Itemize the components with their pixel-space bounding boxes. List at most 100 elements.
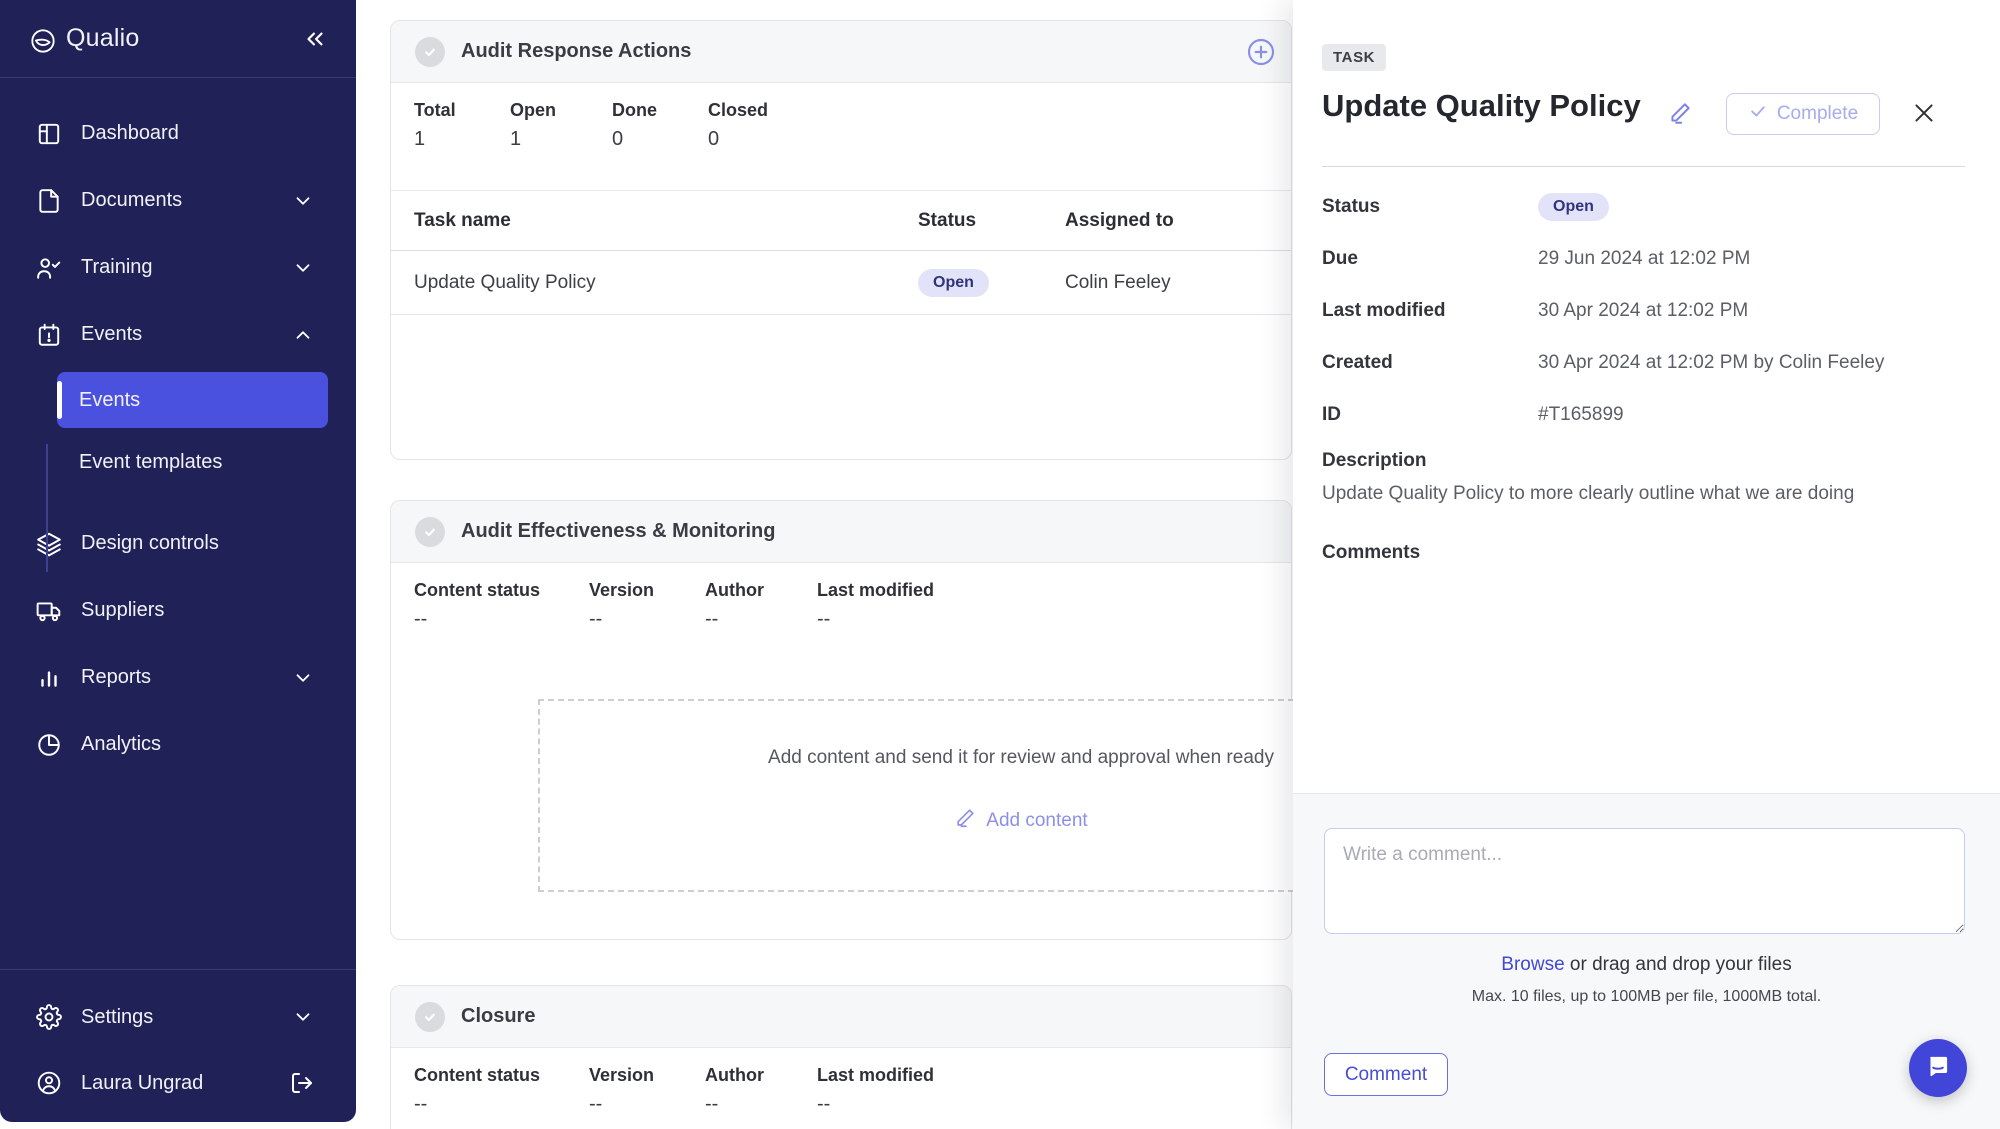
sidebar-header: Qualio [0, 0, 356, 78]
field-due: Due 29 Jun 2024 at 12:02 PM [1322, 233, 1965, 285]
chevron-down-icon [292, 667, 314, 689]
layers-icon [36, 531, 62, 557]
card-title: Closure [461, 1005, 535, 1028]
subnav-connector-line [46, 444, 48, 572]
sidebar-item-documents[interactable]: Documents [0, 167, 356, 234]
card-header: Audit Response Actions [391, 21, 1291, 83]
stat-author: Author -- [705, 580, 817, 631]
sidebar-item-label: Documents [81, 189, 182, 212]
sidebar-subitem-event-templates[interactable]: Event templates [0, 428, 356, 496]
sidebar-subitem-label: Event templates [79, 451, 222, 474]
task-title: Update Quality Policy [1322, 88, 1641, 124]
status-badge: Open [918, 269, 989, 297]
qualio-logo[interactable]: Qualio [30, 24, 139, 53]
task-fields: Status Open Due 29 Jun 2024 at 12:02 PM … [1322, 181, 1965, 441]
field-created: Created 30 Apr 2024 at 12:02 PM by Colin… [1322, 337, 1965, 389]
logout-icon[interactable] [290, 1071, 314, 1095]
sidebar-item-label: Reports [81, 666, 151, 689]
sidebar-item-dashboard[interactable]: Dashboard [0, 100, 356, 167]
sidebar-subitem-events-active[interactable]: Events [57, 372, 328, 428]
sidebar-item-label: Design controls [81, 532, 219, 555]
stat-content-status: Content status -- [414, 580, 589, 631]
stat-version: Version -- [589, 580, 705, 631]
check-circle-icon [415, 1002, 445, 1032]
chat-launcher-button[interactable] [1909, 1039, 1967, 1097]
col-assigned-to: Assigned to [1065, 210, 1291, 232]
chevron-up-icon [292, 324, 314, 346]
sidebar-item-suppliers[interactable]: Suppliers [0, 577, 356, 644]
sidebar-item-design-controls[interactable]: Design controls [0, 510, 356, 577]
comments-label: Comments [1322, 542, 1420, 564]
sidebar-spacer [0, 778, 356, 969]
add-content-button[interactable]: Add content [954, 807, 1087, 835]
status-cell: Open [918, 269, 1065, 297]
comment-input[interactable] [1324, 828, 1965, 934]
stat-done: Done 0 [612, 100, 708, 190]
assigned-cell: Colin Feeley [1065, 272, 1291, 294]
complete-button[interactable]: Complete [1726, 93, 1880, 135]
col-status: Status [918, 210, 1065, 232]
sidebar-item-events[interactable]: Events [0, 301, 356, 368]
stat-open: Open 1 [510, 100, 612, 190]
dashboard-icon [36, 121, 62, 147]
user-check-icon [36, 255, 62, 281]
card-title: Audit Response Actions [461, 40, 691, 63]
task-detail-panel: TASK Update Quality Policy Complete Stat… [1293, 0, 2000, 1129]
bar-chart-icon [36, 665, 62, 691]
sidebar-item-label: Suppliers [81, 599, 164, 622]
card-audit-effectiveness: Audit Effectiveness & Monitoring Content… [390, 500, 1292, 940]
stat-content-status: Content status -- [414, 1065, 589, 1116]
add-content-icon [954, 807, 976, 835]
stat-version: Version -- [589, 1065, 705, 1116]
sidebar-item-analytics[interactable]: Analytics [0, 711, 356, 778]
sidebar: Qualio Dashboard [0, 0, 356, 1122]
sidebar-item-label: Settings [81, 1006, 153, 1029]
content-stats: Content status -- Version -- Author -- L… [391, 1048, 1291, 1116]
logo-text: Qualio [66, 24, 139, 53]
collapse-sidebar-icon[interactable] [302, 26, 328, 52]
add-content-label: Add content [986, 810, 1087, 832]
sidebar-subitem-label: Events [79, 389, 140, 412]
field-status: Status Open [1322, 181, 1965, 233]
card-audit-response-actions: Audit Response Actions Total 1 Open 1 Do… [390, 20, 1292, 460]
browse-rest: or drag and drop your files [1565, 954, 1792, 975]
comment-section: Browse or drag and drop your files Max. … [1293, 793, 2000, 1129]
table-row-task[interactable]: Update Quality Policy Open Colin Feeley [391, 251, 1291, 315]
chevron-down-icon [292, 257, 314, 279]
task-stats: Total 1 Open 1 Done 0 Closed 0 [391, 83, 1291, 191]
content-stats: Content status -- Version -- Author -- L… [391, 563, 1291, 631]
edit-title-icon[interactable] [1667, 100, 1693, 126]
stat-last-modified: Last modified -- [817, 1065, 934, 1116]
sidebar-item-reports[interactable]: Reports [0, 644, 356, 711]
close-panel-icon[interactable] [1911, 100, 1937, 126]
task-table-header: Task name Status Assigned to [391, 191, 1291, 251]
chevron-down-icon [292, 1006, 314, 1028]
qualio-logo-icon [30, 26, 56, 52]
task-name-cell: Update Quality Policy [414, 272, 918, 294]
card-closure: Closure Content status -- Version -- Aut… [390, 985, 1292, 1129]
card-header: Closure [391, 986, 1291, 1048]
calendar-alert-icon [36, 322, 62, 348]
active-indicator-bar [57, 381, 62, 419]
description-label: Description [1322, 450, 1427, 472]
stat-total: Total 1 [414, 100, 510, 190]
truck-icon [36, 598, 62, 624]
field-id: ID #T165899 [1322, 389, 1965, 441]
file-limits-text: Max. 10 files, up to 100MB per file, 100… [1293, 988, 2000, 1006]
sidebar-item-user[interactable]: Laura Ungrad [0, 1050, 356, 1116]
user-name-label: Laura Ungrad [81, 1072, 203, 1095]
col-task-name: Task name [414, 210, 918, 232]
sidebar-item-training[interactable]: Training [0, 234, 356, 301]
gear-icon [36, 1004, 62, 1030]
browse-link[interactable]: Browse [1501, 954, 1564, 975]
card-title: Audit Effectiveness & Monitoring [461, 520, 775, 543]
sidebar-item-settings[interactable]: Settings [0, 984, 356, 1050]
pie-chart-icon [36, 732, 62, 758]
sidebar-item-label: Analytics [81, 733, 161, 756]
file-drop-hint: Browse or drag and drop your files [1293, 954, 2000, 976]
check-circle-icon [415, 37, 445, 67]
add-task-icon[interactable] [1245, 36, 1277, 68]
sidebar-footer: Settings Laura Ungrad [0, 969, 356, 1122]
comment-button[interactable]: Comment [1324, 1053, 1448, 1096]
status-badge: Open [1538, 193, 1609, 221]
